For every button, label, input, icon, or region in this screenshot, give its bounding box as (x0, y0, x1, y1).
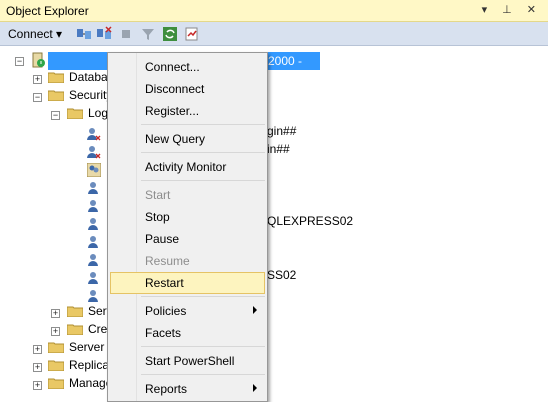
folder-icon (48, 90, 64, 101)
menu-separator (141, 374, 265, 375)
menu-item-start-powershell[interactable]: Start PowerShell (110, 350, 265, 372)
menu-item-label: Pause (145, 232, 180, 246)
menu-item-label: Register... (145, 104, 200, 118)
login-label-fragment: QLEXPRESS02 (267, 214, 354, 228)
login-user-icon (88, 290, 98, 302)
menu-item-register[interactable]: Register... (110, 100, 265, 122)
disconnect-icon[interactable] (96, 26, 112, 42)
collapse-toggle[interactable]: − (51, 111, 60, 120)
tree-node-management[interactable]: Manage (69, 376, 112, 390)
menu-item-new-query[interactable]: New Query (110, 128, 265, 150)
login-label-fragment: in## (267, 142, 290, 156)
expand-toggle[interactable]: + (33, 75, 42, 84)
menu-item-label: New Query (145, 132, 206, 146)
menu-item-label: Reports (145, 382, 188, 396)
context-menu: Connect... Disconnect Register... New Qu… (107, 52, 268, 402)
menu-separator (141, 180, 265, 181)
login-label-fragment: SS02 (267, 268, 297, 282)
menu-item-label: Policies (145, 304, 187, 318)
object-explorer-tree: − S 2000 - sa) + Databas − Security − Lo… (0, 47, 548, 402)
tree-node-replication[interactable]: Replicat (69, 358, 112, 372)
login-user-icon (88, 182, 98, 194)
root-label-fragment-right: 2000 - sa) (268, 54, 303, 82)
menu-item-policies[interactable]: Policies (110, 300, 265, 322)
stop-icon[interactable] (118, 26, 134, 42)
folder-icon (67, 108, 83, 119)
menu-separator (141, 296, 265, 297)
collapse-toggle[interactable]: − (15, 57, 24, 66)
login-user-icon (88, 236, 98, 248)
menu-item-disconnect[interactable]: Disconnect (110, 78, 265, 100)
expand-toggle[interactable]: + (33, 363, 42, 372)
expand-toggle[interactable]: + (51, 309, 60, 318)
server-icon (32, 52, 45, 68)
expand-toggle[interactable]: + (33, 381, 42, 390)
connect-object-explorer-icon[interactable] (76, 26, 92, 42)
menu-item-label: Stop (145, 210, 170, 224)
title-buttons[interactable]: ▾ ⊥ ✕ (482, 3, 542, 16)
login-user-icon (88, 272, 98, 284)
connect-dropdown-button[interactable]: Connect ▾ (8, 27, 62, 41)
menu-separator (141, 152, 265, 153)
toolbar: Connect ▾ (0, 22, 548, 46)
menu-item-connect[interactable]: Connect... (110, 56, 265, 78)
folder-icon (48, 378, 64, 389)
expand-toggle[interactable]: + (51, 327, 60, 336)
activity-monitor-icon[interactable] (184, 26, 200, 42)
menu-item-activity-monitor[interactable]: Activity Monitor (110, 156, 265, 178)
tree-node-logins[interactable]: Log (88, 106, 108, 120)
login-user-icon (87, 128, 101, 141)
menu-separator (141, 346, 265, 347)
folder-icon (48, 360, 64, 371)
folder-icon (67, 306, 83, 317)
menu-item-label: Resume (145, 254, 190, 268)
menu-item-restart[interactable]: Restart (110, 272, 265, 294)
login-user-icon (88, 200, 98, 212)
menu-item-label: Disconnect (145, 82, 205, 96)
menu-separator (141, 124, 265, 125)
filter-icon[interactable] (140, 26, 156, 42)
folder-icon (48, 342, 64, 353)
menu-item-facets[interactable]: Facets (110, 322, 265, 344)
login-user-icon (87, 146, 101, 159)
expand-toggle[interactable]: + (33, 345, 42, 354)
menu-item-label: Facets (145, 326, 182, 340)
submenu-arrow-icon (253, 384, 257, 392)
menu-item-label: Activity Monitor (145, 160, 227, 174)
menu-item-label: Restart (145, 276, 184, 290)
menu-item-label: Start (145, 188, 171, 202)
collapse-toggle[interactable]: − (33, 93, 42, 102)
submenu-arrow-icon (253, 306, 257, 314)
menu-item-reports[interactable]: Reports (110, 378, 265, 400)
tree-node-security[interactable]: Security (69, 88, 112, 102)
refresh-icon[interactable] (162, 26, 178, 42)
menu-item-resume: Resume (110, 250, 265, 272)
menu-item-label: Start PowerShell (145, 354, 235, 368)
login-label-fragment: gin## (267, 124, 297, 138)
menu-item-label: Connect... (145, 60, 200, 74)
folder-icon (67, 324, 83, 335)
login-user-icon (88, 218, 98, 230)
window-title: Object Explorer (6, 4, 89, 18)
login-user-icon (88, 254, 98, 266)
menu-item-start: Start (110, 184, 265, 206)
object-explorer-titlebar: Object Explorer ▾ ⊥ ✕ (0, 0, 548, 22)
menu-item-pause[interactable]: Pause (110, 228, 265, 250)
login-group-icon (87, 163, 101, 177)
folder-icon (48, 72, 64, 83)
menu-item-stop[interactable]: Stop (110, 206, 265, 228)
